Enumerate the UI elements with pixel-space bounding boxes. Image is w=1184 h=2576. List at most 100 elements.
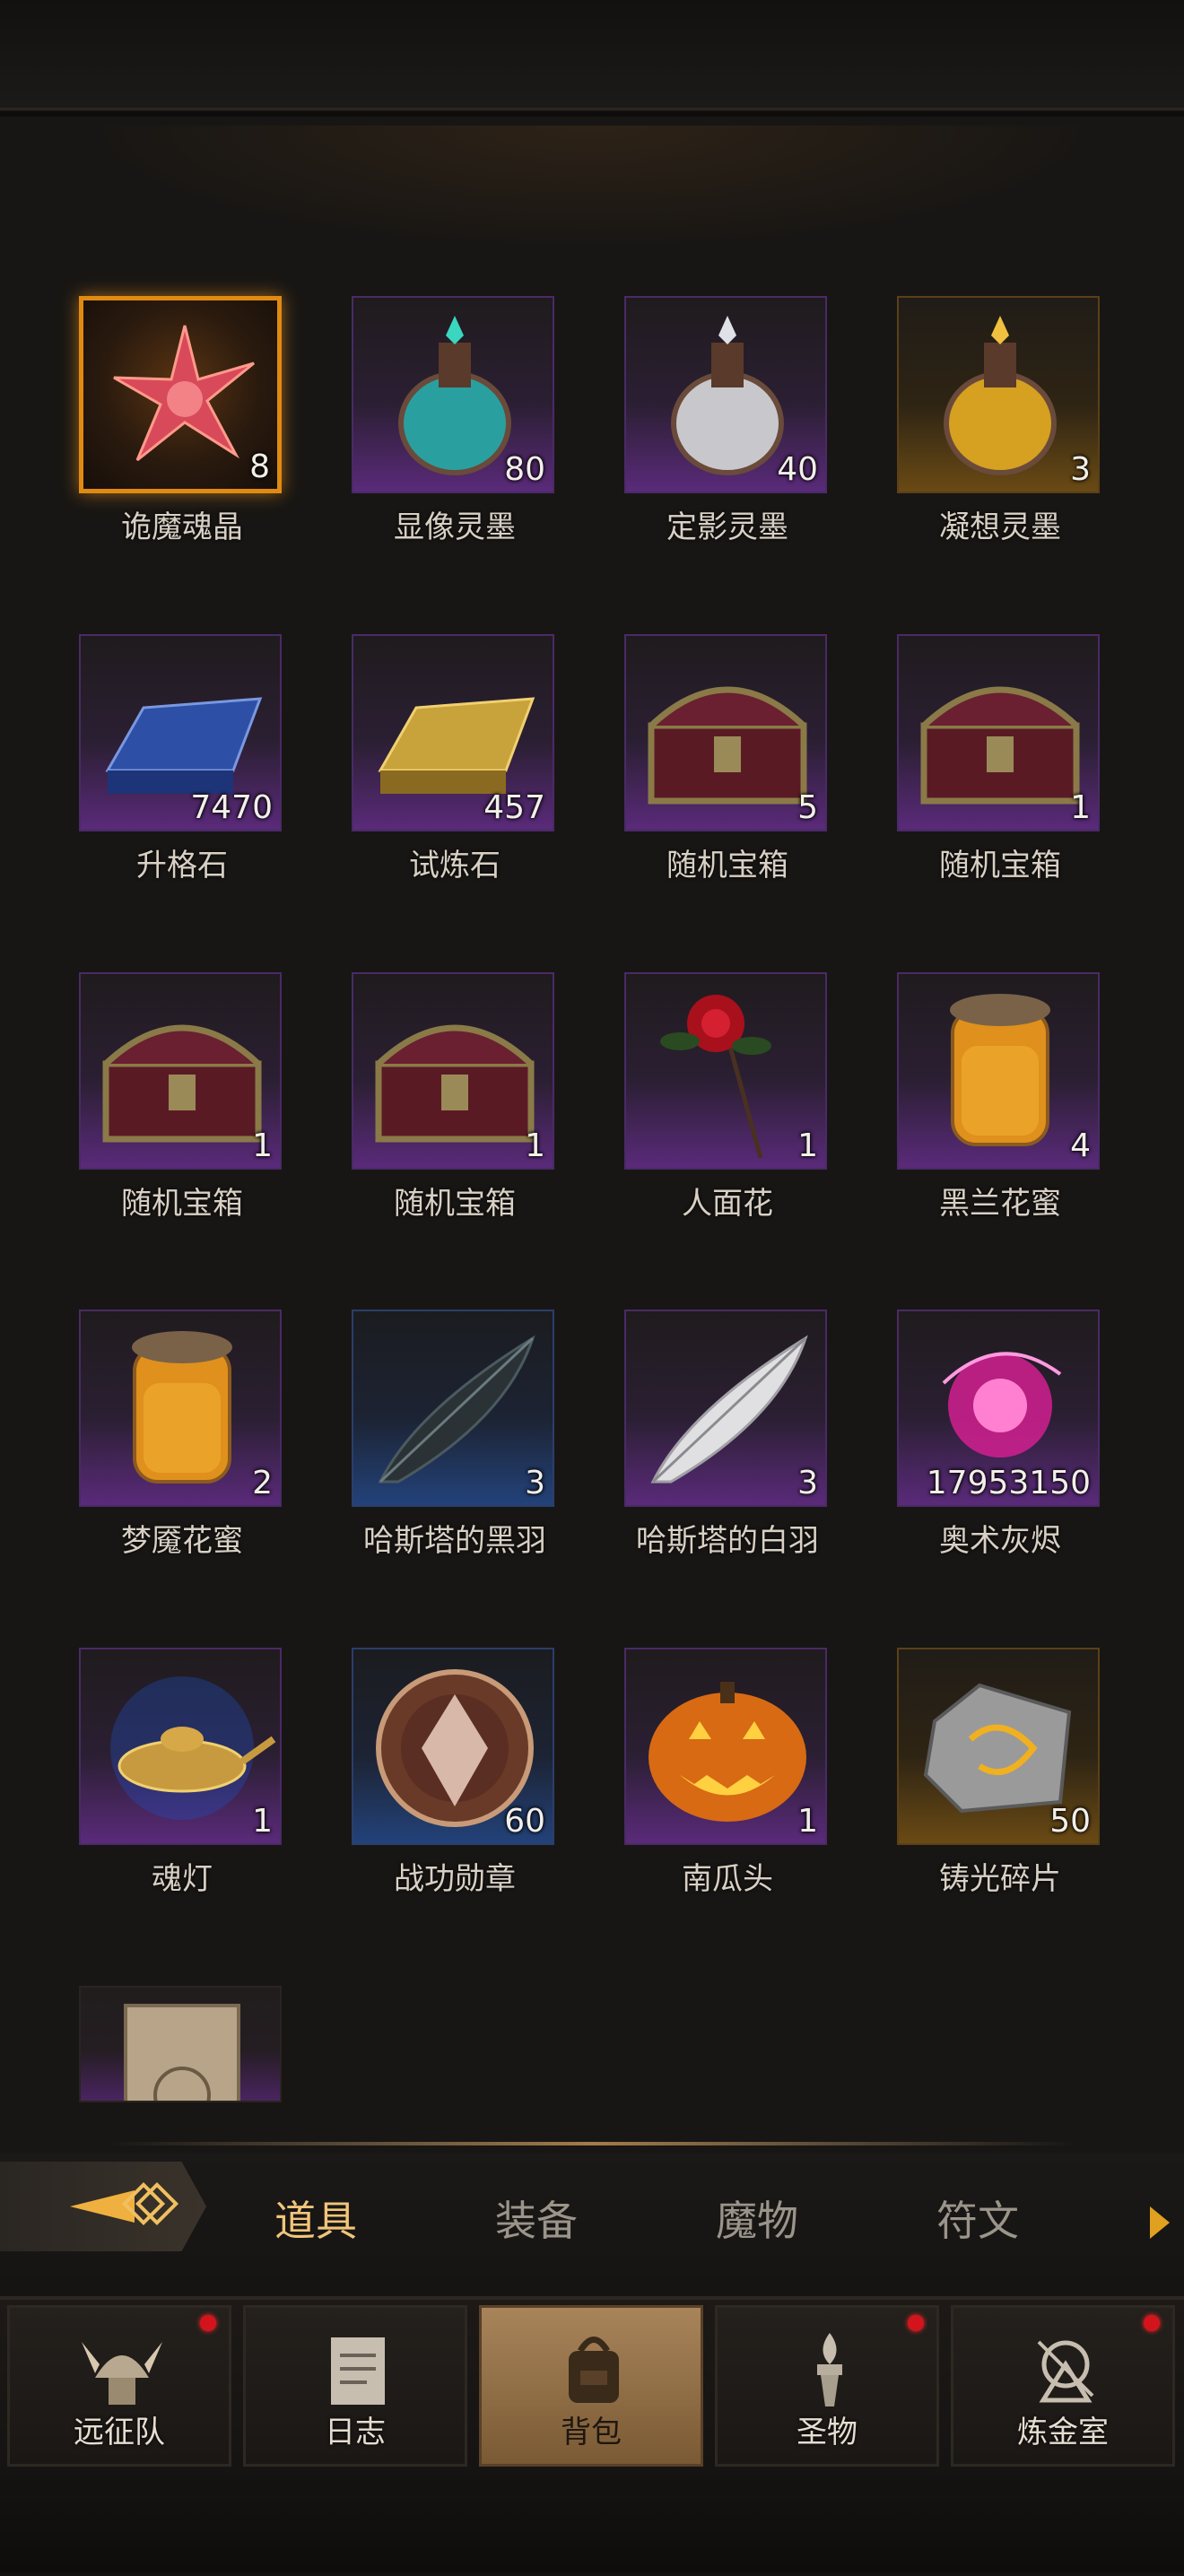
notification-badge [908,2315,924,2331]
item-name: 黑兰花蜜 [939,1186,1061,1222]
nav-item-viking-helmet[interactable]: 远征队 [7,2305,231,2467]
item-name: 显像灵墨 [394,509,516,545]
item-count: 1 [797,1803,818,1840]
item-count: 17953150 [926,1465,1091,1501]
nav-label: 日志 [325,2415,386,2450]
item-slot[interactable] [79,1986,282,2102]
item-name: 凝想灵墨 [939,509,1061,545]
item-slot[interactable]: 3 [624,1310,827,1507]
notification-badge [1144,2315,1160,2331]
inventory-item[interactable]: 3 哈斯塔的黑羽 [352,1310,558,1570]
item-count: 3 [797,1465,818,1501]
item-count: 2 [252,1465,273,1501]
item-count: 3 [525,1465,545,1501]
nav-label: 圣物 [797,2415,858,2450]
inventory-item[interactable]: 80 显像灵墨 [352,296,558,556]
inventory-item[interactable]: 40 定影灵墨 [624,296,831,556]
item-slot[interactable]: 4 [897,972,1100,1170]
inventory-item[interactable]: 17953150 奥术灰烬 [897,1310,1103,1570]
item-count: 5 [797,789,818,826]
item-slot[interactable]: 8 [79,296,282,493]
footer-frame [0,2476,1184,2572]
item-name: 梦魇花蜜 [121,1523,243,1559]
nav-item-journal[interactable]: 日志 [243,2305,467,2467]
item-name: 人面花 [682,1186,773,1222]
inventory-item[interactable] [79,1986,285,2102]
item-count: 50 [1049,1803,1091,1840]
inventory-item[interactable]: 5 随机宝箱 [624,634,831,894]
inventory-item[interactable]: 60 战功勋章 [352,1648,558,1908]
item-name: 随机宝箱 [394,1186,516,1222]
inventory-item[interactable]: 1 魂灯 [79,1648,285,1908]
tab-runes[interactable]: 符文 [936,2189,1019,2248]
item-slot[interactable]: 2 [79,1310,282,1507]
next-tab-icon[interactable] [1150,2206,1170,2239]
nav-item-alchemy[interactable]: 炼金室 [951,2305,1175,2467]
item-name: 随机宝箱 [939,848,1061,883]
item-slot[interactable]: 80 [352,296,554,493]
item-name: 升格石 [136,848,228,883]
item-name: 定影灵墨 [666,509,788,545]
inventory-item[interactable]: 50 铸光碎片 [897,1648,1103,1908]
item-count: 60 [504,1803,545,1840]
item-name: 诡魔魂晶 [121,509,243,545]
nav-label: 背包 [561,2415,622,2450]
item-count: 1 [525,1127,545,1164]
item-count: 40 [777,451,818,488]
item-slot[interactable]: 3 [352,1310,554,1507]
item-slot[interactable]: 3 [897,296,1100,493]
inventory-item[interactable]: 1 人面花 [624,972,831,1232]
item-slot[interactable]: 1 [79,972,282,1170]
inventory-grid: 8 诡魔魂晶 80 显像灵墨 40 定影灵墨 3 凝想灵墨 7470 升格石 457 试炼石 5 随机宝箱… [0,0,1184,2117]
inventory-item[interactable]: 7470 升格石 [79,634,285,894]
item-slot[interactable]: 1 [624,972,827,1170]
nav-item-relic-torch[interactable]: 圣物 [715,2305,939,2467]
nav-item-backpack[interactable]: 背包 [479,2305,703,2467]
nav-label: 远征队 [74,2415,165,2450]
item-name: 随机宝箱 [666,848,788,883]
item-slot[interactable]: 1 [624,1648,827,1845]
item-slot[interactable]: 1 [897,634,1100,831]
item-name: 南瓜头 [682,1861,773,1897]
inventory-item[interactable]: 1 南瓜头 [624,1648,831,1908]
inventory-item[interactable]: 457 试炼石 [352,634,558,894]
item-count: 80 [504,451,545,488]
item-slot[interactable]: 60 [352,1648,554,1845]
inventory-item[interactable]: 1 随机宝箱 [79,972,285,1232]
item-slot[interactable]: 1 [352,972,554,1170]
category-tabbar: 道具 装备 魔物 符文 [0,2153,1184,2296]
item-count: 7470 [190,789,273,826]
inventory-item[interactable]: 3 凝想灵墨 [897,296,1103,556]
item-name: 魂灯 [152,1861,213,1897]
tab-items[interactable]: 道具 [274,2189,357,2248]
item-count: 3 [1070,451,1091,488]
notification-badge [200,2315,216,2331]
inventory-item[interactable]: 1 随机宝箱 [897,634,1103,894]
item-name: 战功勋章 [394,1861,516,1897]
item-name: 奥术灰烬 [939,1523,1061,1559]
back-button[interactable] [0,2162,206,2251]
item-slot[interactable]: 457 [352,634,554,831]
inventory-item[interactable]: 1 随机宝箱 [352,972,558,1232]
item-slot[interactable]: 7470 [79,634,282,831]
inventory-item[interactable]: 3 哈斯塔的白羽 [624,1310,831,1570]
item-slot[interactable]: 50 [897,1648,1100,1845]
item-name: 哈斯塔的白羽 [636,1523,819,1559]
item-count: 457 [483,789,545,826]
item-count: 1 [252,1803,273,1840]
item-count: 1 [252,1127,273,1164]
inventory-item[interactable]: 4 黑兰花蜜 [897,972,1103,1232]
item-name: 试炼石 [409,848,501,883]
tab-monsters[interactable]: 魔物 [716,2189,798,2248]
item-slot[interactable]: 17953150 [897,1310,1100,1507]
item-count: 8 [249,448,270,485]
diamond-arrow-icon [70,2181,179,2226]
inventory-item[interactable]: 2 梦魇花蜜 [79,1310,285,1570]
tab-equipment[interactable]: 装备 [495,2189,578,2248]
item-slot[interactable]: 5 [624,634,827,831]
item-slot[interactable]: 40 [624,296,827,493]
nav-label: 炼金室 [1017,2415,1109,2450]
item-name: 铸光碎片 [939,1861,1061,1897]
item-slot[interactable]: 1 [79,1648,282,1845]
inventory-item[interactable]: 8 诡魔魂晶 [79,296,285,556]
